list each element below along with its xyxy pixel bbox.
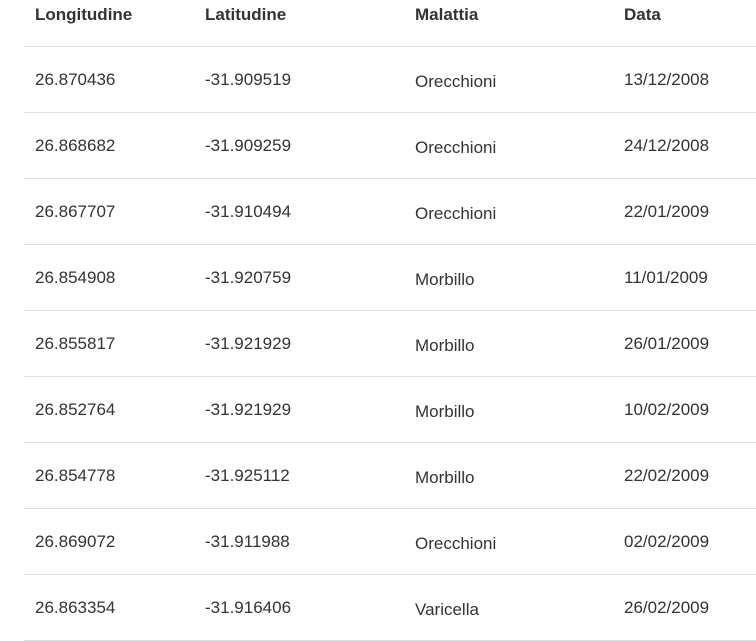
cell-disease: Morbillo bbox=[404, 376, 613, 443]
cell-longitude: 26.870436 bbox=[24, 46, 194, 113]
cell-date: 26/02/2009 bbox=[613, 574, 756, 641]
cell-disease: Morbillo bbox=[404, 310, 613, 377]
cell-latitude: -31.911988 bbox=[194, 508, 404, 575]
table-row: 26.863354 -31.916406 Varicella 26/02/200… bbox=[24, 574, 756, 641]
cell-disease: Orecchioni bbox=[404, 112, 613, 179]
cell-date: 10/02/2009 bbox=[613, 376, 756, 443]
cell-date: 11/01/2009 bbox=[613, 244, 756, 311]
header-longitude[interactable]: Longitudine bbox=[24, 0, 194, 47]
cell-date: 02/02/2009 bbox=[613, 508, 756, 575]
table-row: 26.867707 -31.910494 Orecchioni 22/01/20… bbox=[24, 178, 756, 245]
cell-latitude: -31.925112 bbox=[194, 442, 404, 509]
cell-date: 24/12/2008 bbox=[613, 112, 756, 179]
disease-table: Longitudine Latitudine Malattia Data 26.… bbox=[24, 0, 756, 641]
cell-longitude: 26.855817 bbox=[24, 310, 194, 377]
cell-longitude: 26.852764 bbox=[24, 376, 194, 443]
cell-latitude: -31.921929 bbox=[194, 310, 404, 377]
cell-latitude: -31.909519 bbox=[194, 46, 404, 113]
disease-table-container: Longitudine Latitudine Malattia Data 26.… bbox=[0, 0, 756, 641]
cell-latitude: -31.909259 bbox=[194, 112, 404, 179]
cell-longitude: 26.854778 bbox=[24, 442, 194, 509]
cell-date: 26/01/2009 bbox=[613, 310, 756, 377]
table-row: 26.870436 -31.909519 Orecchioni 13/12/20… bbox=[24, 46, 756, 113]
cell-latitude: -31.921929 bbox=[194, 376, 404, 443]
header-date[interactable]: Data bbox=[613, 0, 756, 47]
cell-latitude: -31.910494 bbox=[194, 178, 404, 245]
table-row: 26.854908 -31.920759 Morbillo 11/01/2009 bbox=[24, 244, 756, 311]
cell-disease: Orecchioni bbox=[404, 508, 613, 575]
cell-date: 22/02/2009 bbox=[613, 442, 756, 509]
cell-longitude: 26.863354 bbox=[24, 574, 194, 641]
cell-date: 13/12/2008 bbox=[613, 46, 756, 113]
table-row: 26.869072 -31.911988 Orecchioni 02/02/20… bbox=[24, 508, 756, 575]
cell-longitude: 26.868682 bbox=[24, 112, 194, 179]
cell-disease: Morbillo bbox=[404, 442, 613, 509]
cell-disease: Morbillo bbox=[404, 244, 613, 311]
table-row: 26.868682 -31.909259 Orecchioni 24/12/20… bbox=[24, 112, 756, 179]
cell-longitude: 26.867707 bbox=[24, 178, 194, 245]
cell-latitude: -31.916406 bbox=[194, 574, 404, 641]
cell-longitude: 26.869072 bbox=[24, 508, 194, 575]
header-latitude[interactable]: Latitudine bbox=[194, 0, 404, 47]
cell-longitude: 26.854908 bbox=[24, 244, 194, 311]
cell-disease: Orecchioni bbox=[404, 178, 613, 245]
table-row: 26.855817 -31.921929 Morbillo 26/01/2009 bbox=[24, 310, 756, 377]
table-row: 26.854778 -31.925112 Morbillo 22/02/2009 bbox=[24, 442, 756, 509]
table-header-row: Longitudine Latitudine Malattia Data bbox=[24, 0, 756, 47]
cell-disease: Orecchioni bbox=[404, 46, 613, 113]
cell-latitude: -31.920759 bbox=[194, 244, 404, 311]
table-row: 26.852764 -31.921929 Morbillo 10/02/2009 bbox=[24, 376, 756, 443]
cell-disease: Varicella bbox=[404, 574, 613, 641]
header-disease[interactable]: Malattia bbox=[404, 0, 613, 47]
cell-date: 22/01/2009 bbox=[613, 178, 756, 245]
